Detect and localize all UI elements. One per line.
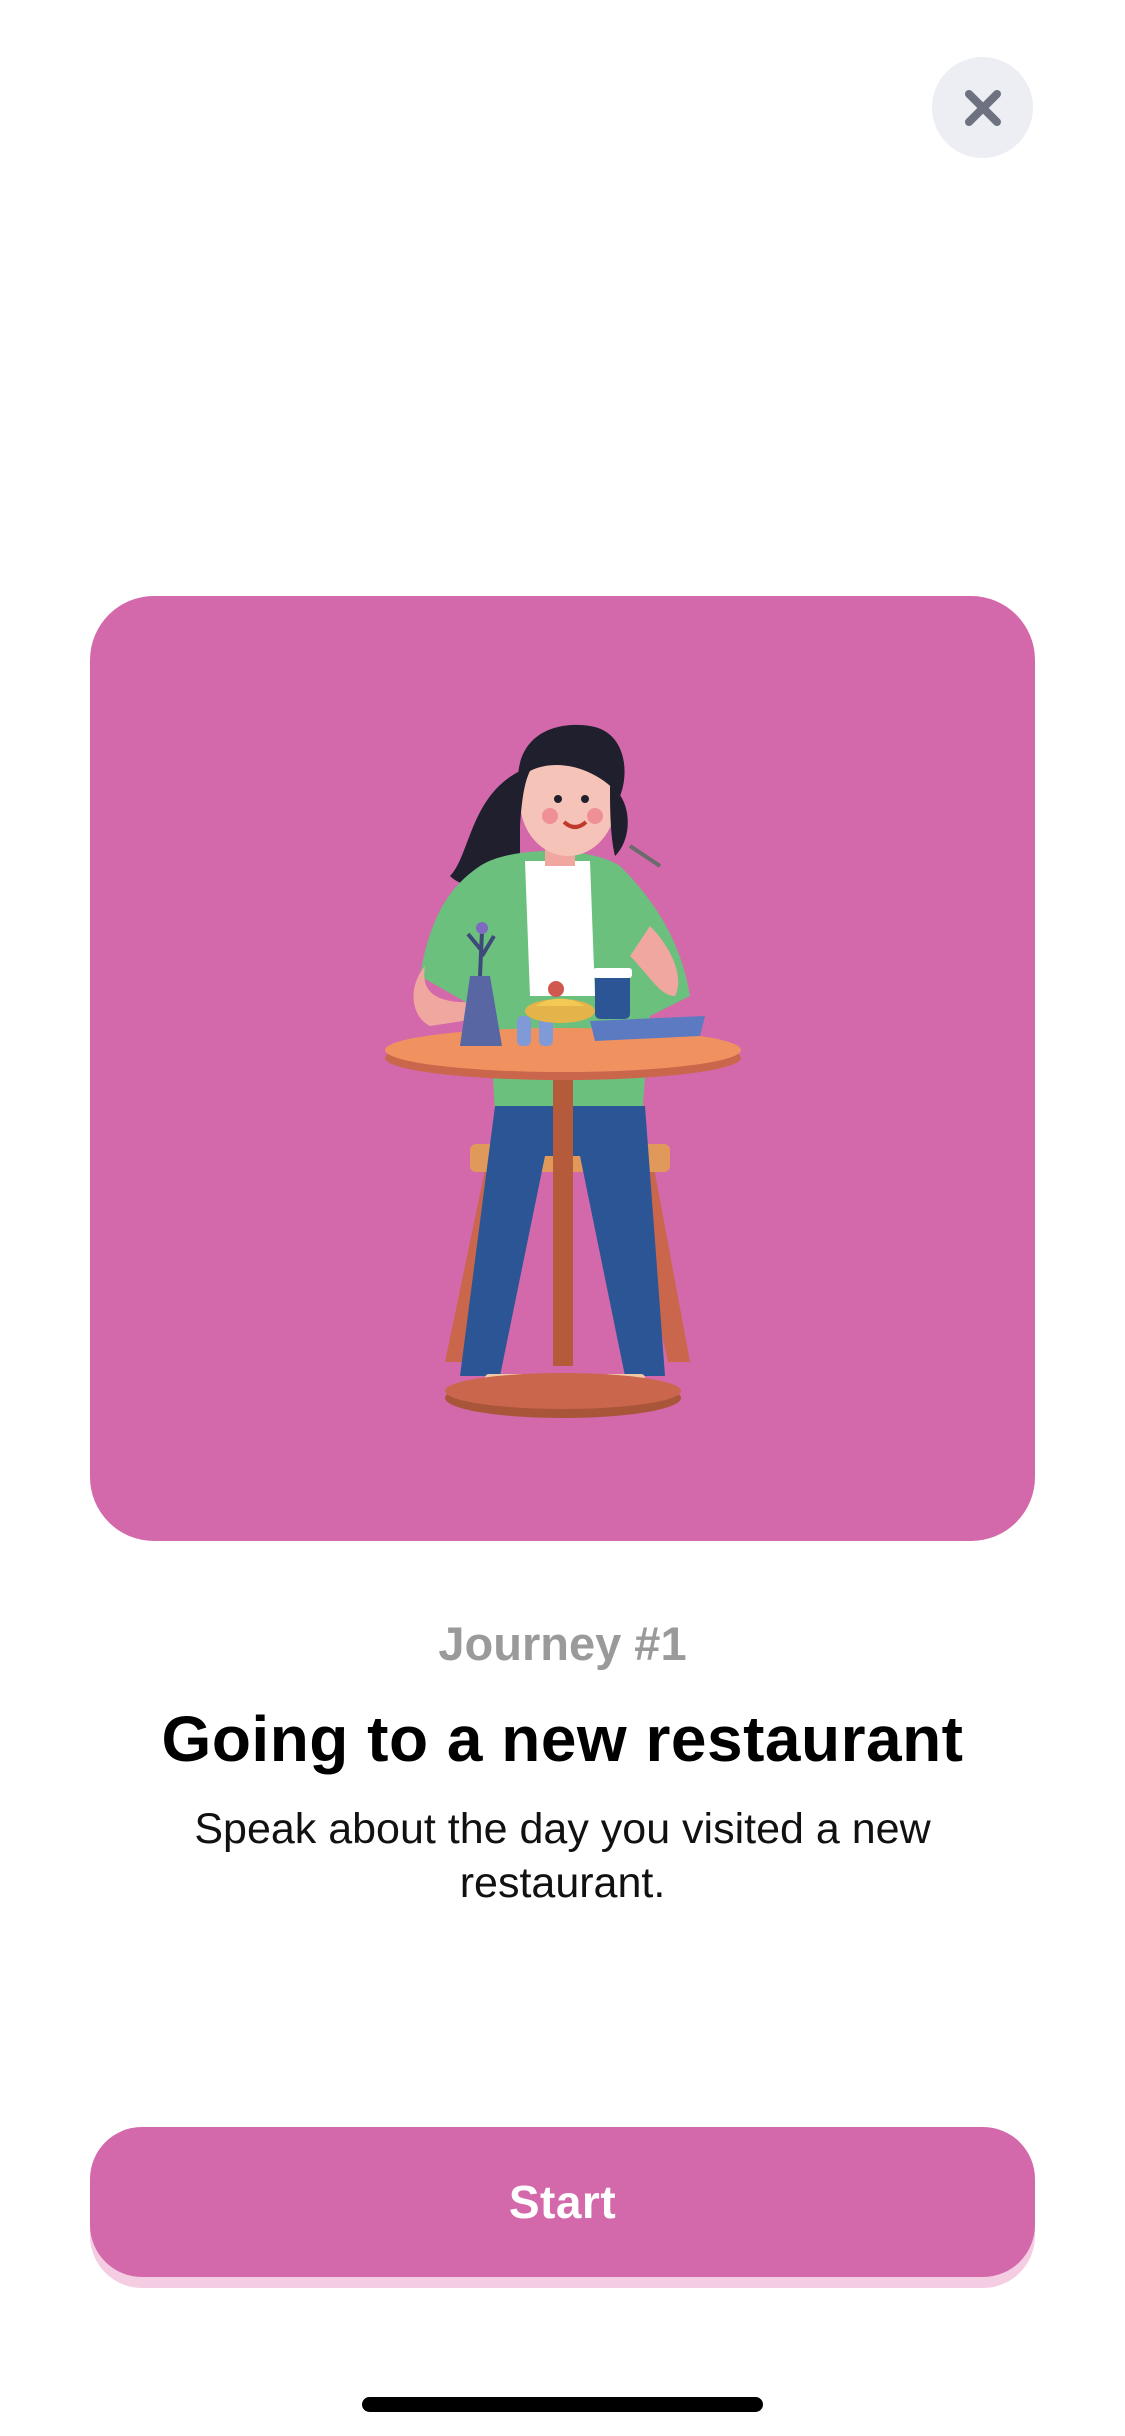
start-button-label: Start [508, 2176, 617, 2228]
page-title: Going to a new restaurant [161, 1703, 964, 1775]
journey-label: Journey #1 [438, 1617, 687, 1670]
home-indicator[interactable] [362, 2397, 763, 2412]
description-text: Speak about the day you visited a new re… [194, 1805, 931, 1907]
illustration-card [90, 596, 1035, 1541]
start-button[interactable]: Start [90, 2127, 1035, 2277]
woman-eating-illustration [385, 724, 741, 1418]
close-icon [964, 89, 1001, 126]
close-button[interactable] [932, 57, 1033, 158]
